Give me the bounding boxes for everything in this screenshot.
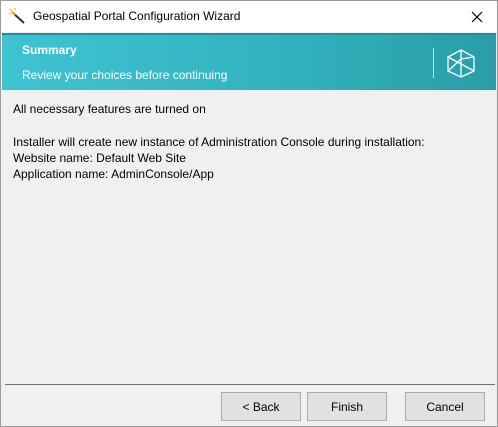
website-name-text: Website name: Default Web Site: [13, 151, 186, 165]
back-button[interactable]: < Back: [221, 392, 301, 421]
close-icon: [471, 11, 483, 22]
banner-divider: [433, 48, 434, 78]
page-title: Summary: [22, 43, 77, 57]
header-banner: Summary Review your choices before conti…: [2, 33, 496, 90]
footer-divider: [5, 384, 495, 385]
finish-button[interactable]: Finish: [307, 392, 387, 421]
installer-note-text: Installer will create new instance of Ad…: [13, 135, 425, 149]
page-subtitle: Review your choices before continuing: [22, 68, 228, 82]
title-bar: Geospatial Portal Configuration Wizard: [1, 1, 497, 32]
geospatial-logo-icon: [447, 49, 475, 78]
magic-wand-icon: [9, 8, 25, 24]
close-button[interactable]: [457, 1, 497, 32]
features-status-text: All necessary features are turned on: [13, 102, 206, 116]
application-name-text: Application name: AdminConsole/App: [13, 167, 214, 181]
cancel-button[interactable]: Cancel: [405, 392, 485, 421]
window-title: Geospatial Portal Configuration Wizard: [33, 9, 241, 23]
wizard-window: Geospatial Portal Configuration Wizard S…: [0, 0, 498, 427]
summary-panel: All necessary features are turned on Ins…: [2, 90, 496, 384]
